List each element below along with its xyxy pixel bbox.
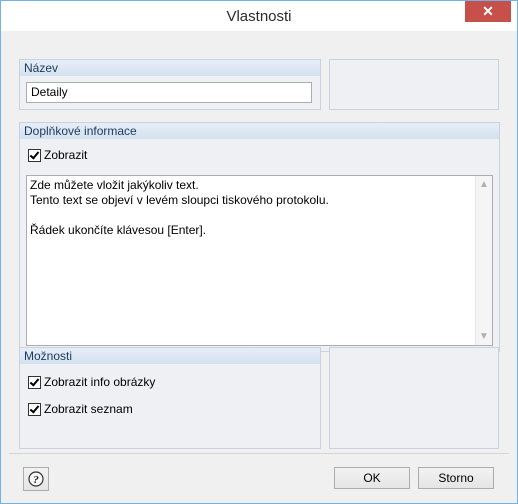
dialog-title: Vlastnosti xyxy=(226,8,292,25)
options-side-panel xyxy=(329,347,499,449)
scroll-up-icon[interactable]: ▲ xyxy=(476,179,492,190)
dialog-body: Název Detaily Doplňkové informace Zobraz… xyxy=(9,32,509,495)
info-group-header: Doplňkové informace xyxy=(20,123,499,139)
properties-dialog: Vlastnosti ✕ Název Detaily Doplňkové inf… xyxy=(0,0,518,504)
memo-line: Tento text se objeví v levém sloupci tis… xyxy=(30,193,329,207)
memo-line: Zde můžete vložit jakýkoliv text. xyxy=(30,178,199,192)
cancel-button[interactable]: Storno xyxy=(418,467,494,489)
info-memo[interactable]: Zde můžete vložit jakýkoliv text. Tento t… xyxy=(26,175,493,346)
show-info-checkbox-row[interactable]: Zobrazit xyxy=(28,147,87,163)
memo-line: Řádek ukončíte klávesou [Enter]. xyxy=(30,223,207,237)
show-info-checkbox[interactable] xyxy=(28,148,41,162)
option-row-info-images[interactable]: Zobrazit info obrázky xyxy=(28,374,155,390)
ok-button[interactable]: OK xyxy=(334,467,410,489)
option-row-list[interactable]: Zobrazit seznam xyxy=(28,401,133,417)
option-label-list: Zobrazit seznam xyxy=(44,402,133,416)
show-info-label: Zobrazit xyxy=(44,148,88,162)
options-group: Možnosti Zobrazit info obrázky Zobrazit … xyxy=(19,347,321,449)
name-group: Název Detaily xyxy=(19,59,321,110)
title-bar[interactable]: Vlastnosti ✕ xyxy=(1,1,517,31)
memo-text: Zde můžete vložit jakýkoliv text. Tento t… xyxy=(30,178,329,238)
option-checkbox-info-images[interactable] xyxy=(28,375,41,389)
help-icon: ? xyxy=(28,471,44,487)
close-icon: ✕ xyxy=(482,3,494,19)
scroll-down-icon[interactable]: ▼ xyxy=(476,331,492,342)
option-checkbox-list[interactable] xyxy=(28,402,41,416)
name-group-header: Název xyxy=(20,60,320,76)
svg-text:?: ? xyxy=(33,474,39,486)
options-group-header: Možnosti xyxy=(20,348,320,364)
close-button[interactable]: ✕ xyxy=(465,1,511,22)
info-group: Doplňkové informace Zobrazit Zde můžete … xyxy=(19,122,500,352)
name-input[interactable]: Detaily xyxy=(26,82,312,103)
memo-line xyxy=(30,208,329,223)
footer-separator xyxy=(9,453,509,454)
option-label-info-images: Zobrazit info obrázky xyxy=(44,375,156,389)
memo-scrollbar[interactable]: ▲ ▼ xyxy=(475,176,492,345)
help-button[interactable]: ? xyxy=(23,467,49,491)
name-side-panel xyxy=(329,59,499,110)
